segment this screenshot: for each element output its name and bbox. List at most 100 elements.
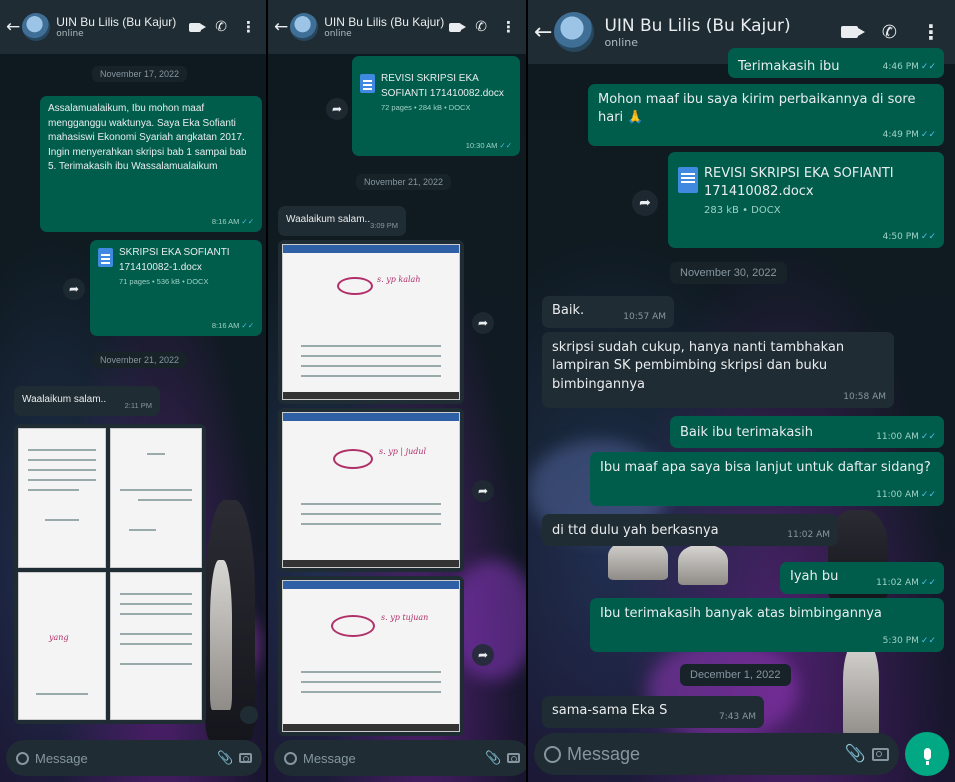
wallpaper-figure xyxy=(678,545,728,585)
forward-icon[interactable]: ➦ xyxy=(472,480,494,502)
image-album[interactable]: yang xyxy=(14,424,206,724)
message-text: Ibu maaf apa saya bisa lanjut untuk daft… xyxy=(600,460,931,475)
message-bubble[interactable]: skripsi sudah cukup, hanya nanti tambhak… xyxy=(542,332,894,408)
arrow-left-icon[interactable]: ← xyxy=(6,17,20,37)
message-input[interactable] xyxy=(567,743,839,765)
message-input-box[interactable]: 📎 xyxy=(534,733,899,775)
date-separator: December 1, 2022 xyxy=(680,664,791,686)
message-bubble[interactable]: Mohon maaf ibu saya kirim perbaikannya d… xyxy=(588,84,944,146)
attach-icon[interactable]: 📎 xyxy=(485,751,501,766)
video-call-icon[interactable] xyxy=(840,26,865,38)
message-text: Waalaikum salam.. xyxy=(286,214,371,225)
forward-icon[interactable]: ➦ xyxy=(326,98,348,120)
message-text: Baik ibu terimakasih xyxy=(680,425,813,440)
message-bubble[interactable]: Waalaikum salam.. 2:11 PM xyxy=(14,386,160,416)
message-bubble[interactable]: di ttd dulu yah berkasnya 11:02 AM xyxy=(542,514,838,546)
scroll-down-button[interactable] xyxy=(240,706,258,724)
contact-info[interactable]: UIN Bu Lilis (Bu Kajur) online xyxy=(324,15,449,39)
composer: 📎 xyxy=(268,734,526,782)
date-separator: November 17, 2022 xyxy=(92,66,188,82)
camera-icon[interactable] xyxy=(239,753,253,763)
avatar[interactable] xyxy=(554,12,595,52)
camera-icon[interactable] xyxy=(507,753,521,763)
chat-header: ← UIN Bu Lilis (Bu Kajur) online ✆ ⋮ xyxy=(0,0,266,54)
emoji-icon[interactable] xyxy=(284,751,297,765)
date-separator: November 21, 2022 xyxy=(356,174,452,190)
message-text: Terimakasih ibu xyxy=(738,59,840,74)
contact-info[interactable]: UIN Bu Lilis (Bu Kajur) online xyxy=(604,16,840,49)
phone-icon[interactable]: ✆ xyxy=(882,22,897,43)
document-name: SKRIPSI EKA SOFIANTI 171410082-1.docx xyxy=(119,247,230,273)
message-text: Assalamualaikum, Ibu mohon maaf menggang… xyxy=(48,103,247,172)
forward-icon[interactable]: ➦ xyxy=(472,312,494,334)
document-photo[interactable] xyxy=(18,428,106,568)
document-meta: 283 kB • DOCX xyxy=(704,204,781,216)
document-message[interactable]: REVISI SKRIPSI EKA SOFIANTI 171410082.do… xyxy=(352,56,520,156)
attach-icon[interactable]: 📎 xyxy=(217,751,233,766)
image-message[interactable]: s. yp kalah xyxy=(278,240,464,404)
avatar[interactable] xyxy=(22,13,51,41)
message-bubble[interactable]: Ibu maaf apa saya bisa lanjut untuk daft… xyxy=(590,452,944,506)
document-photo[interactable]: s. yp | judul xyxy=(282,412,460,568)
message-time: 10:30 AM xyxy=(465,141,498,151)
more-icon[interactable]: ⋮ xyxy=(921,20,941,44)
read-receipt-icon: ✓✓ xyxy=(499,141,512,151)
more-icon[interactable]: ⋮ xyxy=(501,18,516,36)
message-text: Waalaikum salam.. xyxy=(22,394,107,405)
microphone-icon xyxy=(923,748,931,765)
message-text: Mohon maaf ibu saya kirim perbaikannya d… xyxy=(598,92,916,126)
message-bubble[interactable]: Assalamualaikum, Ibu mohon maaf menggang… xyxy=(40,96,262,232)
avatar[interactable] xyxy=(290,13,319,41)
message-bubble[interactable]: Ibu terimakasih banyak atas bimbingannya… xyxy=(590,598,944,652)
image-message[interactable]: s. yp tujuan xyxy=(278,576,464,736)
document-message[interactable]: REVISI SKRIPSI EKA SOFIANTI 171410082.do… xyxy=(668,152,944,248)
phone-icon[interactable]: ✆ xyxy=(215,19,227,35)
message-bubble[interactable]: Waalaikum salam.. 3:09 PM xyxy=(278,206,406,236)
video-call-icon[interactable] xyxy=(449,22,467,32)
message-bubble[interactable]: Baik ibu terimakasih 11:00 AM ✓✓ xyxy=(670,416,944,448)
message-input-box[interactable]: 📎 xyxy=(274,740,526,776)
forward-icon[interactable]: ➦ xyxy=(63,278,85,300)
contact-name: UIN Bu Lilis (Bu Kajur) xyxy=(56,15,177,29)
message-text: Ibu terimakasih banyak atas bimbingannya xyxy=(600,606,882,621)
document-message[interactable]: SKRIPSI EKA SOFIANTI 171410082-1.docx 71… xyxy=(90,240,262,336)
document-photo[interactable] xyxy=(110,572,202,720)
voice-message-button[interactable] xyxy=(905,732,949,776)
read-receipt-icon: ✓✓ xyxy=(920,636,936,647)
message-time: 10:57 AM xyxy=(623,312,666,323)
message-time: 11:00 AM xyxy=(876,490,919,501)
arrow-left-icon[interactable]: ← xyxy=(274,17,288,37)
message-text: di ttd dulu yah berkasnya xyxy=(552,523,719,538)
attach-icon[interactable]: 📎 xyxy=(845,744,866,764)
emoji-icon[interactable] xyxy=(16,751,29,765)
message-bubble[interactable]: sama-sama Eka S 7:43 AM xyxy=(542,696,764,728)
video-call-icon[interactable] xyxy=(189,22,207,32)
read-receipt-icon: ✓✓ xyxy=(920,578,936,589)
message-bubble[interactable]: Terimakasih ibu 4:46 PM ✓✓ xyxy=(728,48,944,78)
forward-icon[interactable]: ➦ xyxy=(472,644,494,666)
message-time: 2:11 PM xyxy=(124,401,152,411)
document-photo[interactable] xyxy=(110,428,202,568)
message-bubble[interactable]: Baik. 10:57 AM xyxy=(542,296,674,328)
message-bubble[interactable]: Iyah bu 11:02 AM ✓✓ xyxy=(780,562,944,594)
more-icon[interactable]: ⋮ xyxy=(241,18,256,36)
message-time: 4:46 PM xyxy=(882,62,919,73)
document-name: REVISI SKRIPSI EKA SOFIANTI 171410082.do… xyxy=(381,73,504,99)
camera-icon[interactable] xyxy=(872,747,889,761)
read-receipt-icon: ✓✓ xyxy=(920,62,936,73)
arrow-left-icon[interactable]: ← xyxy=(534,20,552,45)
message-input-box[interactable]: 📎 xyxy=(6,740,263,776)
document-photo[interactable]: s. yp kalah xyxy=(282,244,460,400)
message-input[interactable] xyxy=(303,750,479,766)
contact-info[interactable]: UIN Bu Lilis (Bu Kajur) online xyxy=(56,15,189,39)
phone-icon[interactable]: ✆ xyxy=(475,19,487,35)
image-message[interactable]: s. yp | judul xyxy=(278,408,464,572)
message-time: 11:00 AM xyxy=(876,432,919,443)
message-text: sama-sama Eka S xyxy=(552,703,668,718)
forward-icon[interactable]: ➦ xyxy=(632,190,658,216)
emoji-icon[interactable] xyxy=(544,745,561,763)
document-photo[interactable]: s. yp tujuan xyxy=(282,580,460,732)
message-input[interactable] xyxy=(35,750,211,766)
chat-header: ← UIN Bu Lilis (Bu Kajur) online ✆ ⋮ xyxy=(268,0,526,54)
document-photo[interactable]: yang xyxy=(18,572,106,720)
